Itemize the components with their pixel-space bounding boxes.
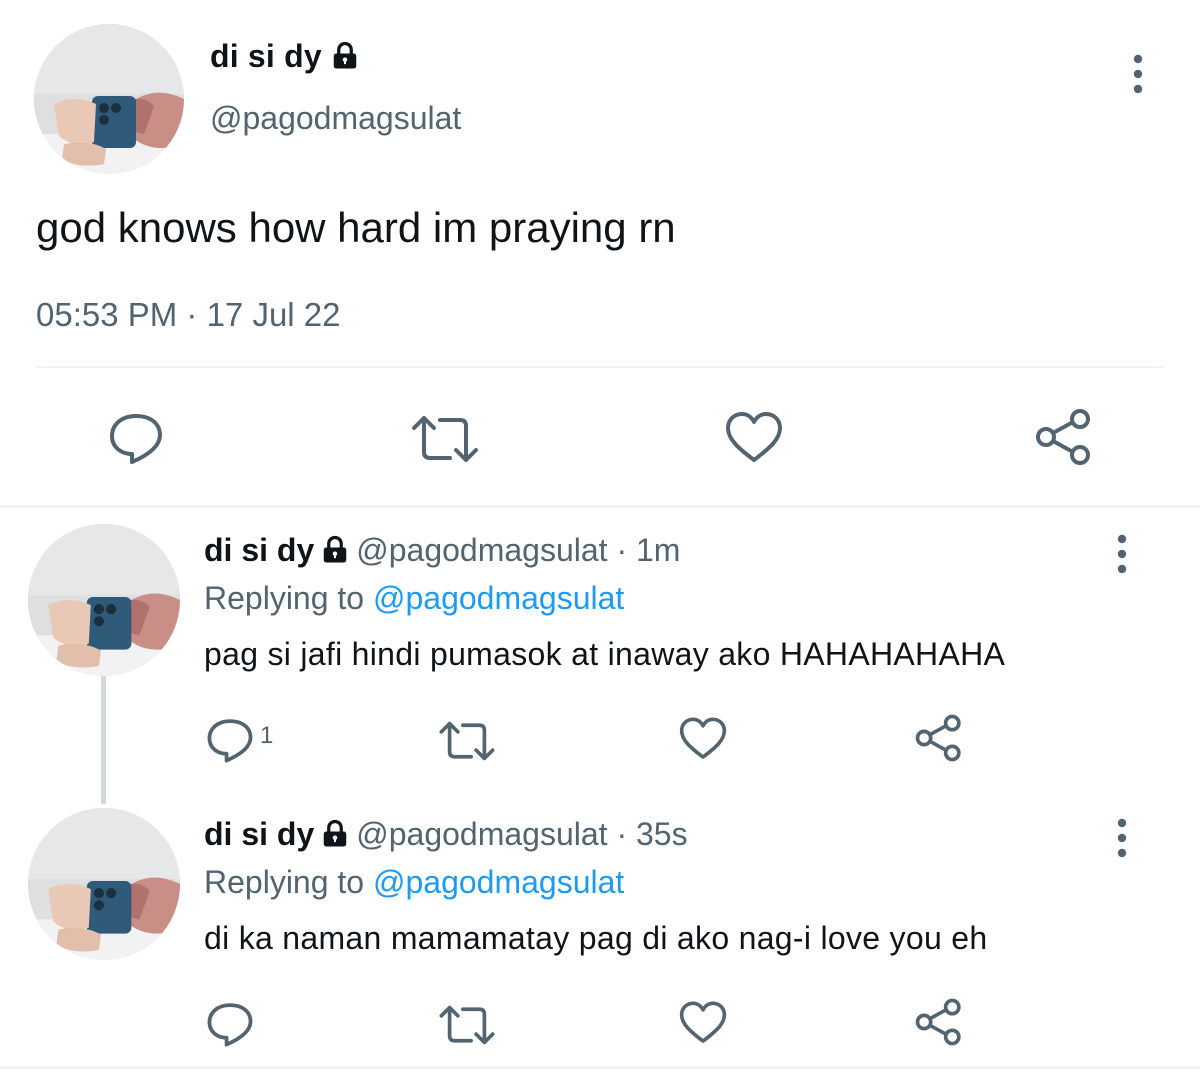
handle[interactable]: @pagodmagsulat [356, 532, 607, 568]
replying-to: Replying to @pagodmagsulat [204, 864, 624, 901]
reply-count: 1 [260, 722, 274, 749]
reply-header: di si dy @pagodmagsulat · 1m [204, 532, 680, 569]
share-icon[interactable] [1034, 408, 1094, 466]
reply-icon[interactable] [106, 410, 166, 466]
like-icon[interactable] [724, 410, 784, 466]
more-options-icon[interactable] [1104, 532, 1140, 576]
retweet-icon[interactable] [438, 720, 496, 762]
lock-icon [333, 41, 357, 69]
reply-icon[interactable] [204, 1000, 256, 1048]
replying-prefix: Replying to [204, 580, 365, 616]
display-name[interactable]: di si dy [204, 532, 314, 568]
reply-text: di ka naman mamamatay pag di ako nag-i l… [204, 920, 988, 956]
display-name[interactable]: di si dy [210, 38, 360, 75]
divider [0, 1066, 1200, 1069]
thread-connector [101, 662, 106, 804]
retweet-icon[interactable] [410, 414, 480, 464]
more-options-icon[interactable] [1104, 816, 1140, 860]
like-icon[interactable] [678, 716, 728, 762]
like-icon[interactable] [678, 1000, 728, 1046]
mention-link[interactable]: @pagodmagsulat [373, 580, 624, 616]
divider [0, 505, 1200, 508]
more-options-icon[interactable] [1120, 52, 1156, 96]
avatar[interactable] [28, 808, 180, 960]
reply-header: di si dy @pagodmagsulat · 35s [204, 816, 688, 853]
divider [36, 366, 1164, 368]
display-name[interactable]: di si dy [204, 816, 314, 852]
retweet-icon[interactable] [438, 1004, 496, 1046]
tweet-text: god knows how hard im praying rn [36, 204, 676, 251]
lock-icon [324, 819, 347, 847]
display-name-text: di si dy [210, 38, 322, 74]
share-icon[interactable] [914, 714, 964, 762]
handle[interactable]: @pagodmagsulat [210, 100, 461, 137]
lock-icon [324, 535, 347, 563]
share-icon[interactable] [914, 998, 964, 1046]
replying-to: Replying to @pagodmagsulat [204, 580, 624, 617]
reply-icon[interactable] [204, 716, 256, 764]
avatar[interactable] [34, 24, 184, 174]
replying-prefix: Replying to [204, 864, 365, 900]
avatar[interactable] [28, 524, 180, 676]
mention-link[interactable]: @pagodmagsulat [373, 864, 624, 900]
handle[interactable]: @pagodmagsulat [356, 816, 607, 852]
reply-time[interactable]: · 1m [616, 532, 680, 568]
reply-time[interactable]: · 35s [616, 816, 687, 852]
reply-text: pag si jafi hindi pumasok at inaway ako … [204, 636, 1006, 672]
tweet-timestamp[interactable]: 05:53 PM · 17 Jul 22 [36, 296, 341, 334]
